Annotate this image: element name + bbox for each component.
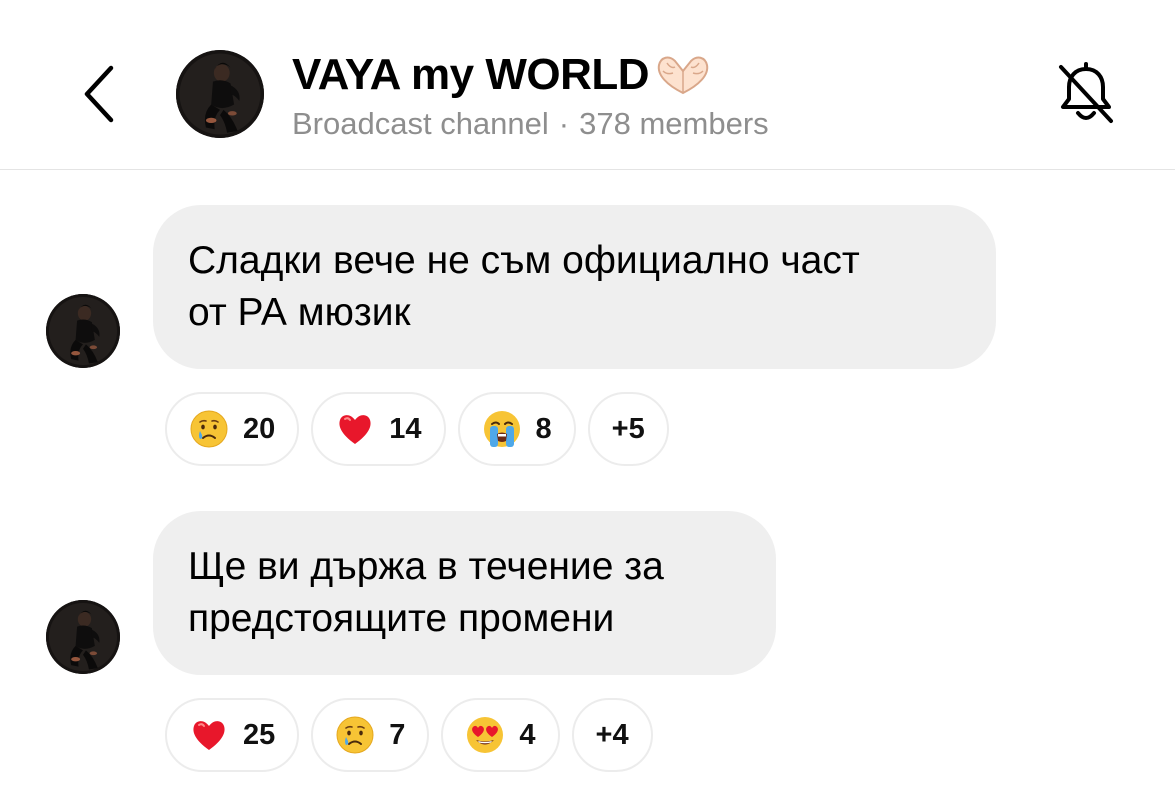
reaction-count: 20 [243,412,276,445]
reaction-count: 25 [243,718,276,751]
channel-type: Broadcast channel [292,106,549,141]
more-reactions-count: +5 [611,412,645,445]
reaction-count: 4 [519,718,536,751]
channel-subtitle: Broadcast channel · 378 members [292,106,769,142]
reaction-chip-heart-eyes[interactable]: 4 [441,698,560,772]
channel-title-row[interactable]: VAYA my WORLD [292,50,713,100]
reaction-bar: 25 7 4 +4 [165,698,653,772]
reaction-chip-crying[interactable]: 7 [311,698,430,772]
red-heart-icon [189,715,229,755]
reaction-count: 8 [535,412,552,445]
bell-slash-icon [1059,62,1113,123]
subtitle-separator: · [558,106,570,141]
reaction-more-button[interactable]: +5 [587,392,669,466]
reaction-chip-heart[interactable]: 14 [311,392,446,466]
sender-avatar[interactable] [46,294,120,368]
channel-avatar[interactable] [176,50,264,138]
reaction-count: 7 [389,718,406,751]
crying-face-icon [189,409,229,449]
reaction-more-button[interactable]: +4 [571,698,653,772]
reaction-chip-crying[interactable]: 20 [165,392,300,466]
channel-header: VAYA my WORLD Broadcast channel · 378 memb… [0,0,1175,170]
heart-hands-icon [653,53,713,97]
message-text-line: предстоящите промени [188,597,615,640]
loudly-crying-face-icon [482,409,522,449]
message-text-line: от РА мюзик [188,291,411,334]
reaction-chip-heart[interactable]: 25 [165,698,300,772]
message-bubble[interactable]: Сладки вече не съм официално част от РА … [153,205,996,369]
reaction-count: 14 [389,412,422,445]
crying-face-icon [335,715,375,755]
mute-notifications-button[interactable] [1050,58,1122,130]
message-text-line: Сладки вече не съм официално част [188,239,860,282]
message-bubble[interactable]: Ще ви държа в течение за предстоящите пр… [153,511,776,675]
more-reactions-count: +4 [595,718,629,751]
heart-eyes-face-icon [465,715,505,755]
channel-name: VAYA my WORLD [292,50,650,99]
reaction-chip-loudly-crying[interactable]: 8 [457,392,576,466]
reaction-bar: 20 14 8 +5 [165,392,669,466]
chevron-left-icon [84,65,114,123]
member-count: 378 members [579,106,769,141]
message-text-line: Ще ви държа в течение за [188,545,664,588]
sender-avatar[interactable] [46,600,120,674]
back-button[interactable] [72,58,124,130]
red-heart-icon [335,409,375,449]
